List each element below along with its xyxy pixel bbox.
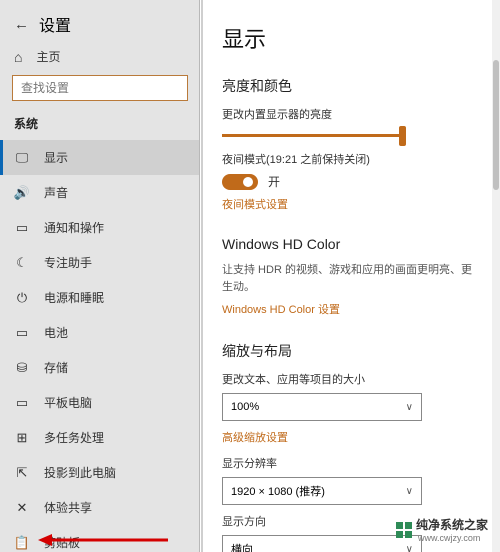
watermark-text: 纯净系统之家 xyxy=(416,518,488,532)
nav-storage[interactable]: ⛁ 存储 xyxy=(0,350,200,385)
search-input[interactable] xyxy=(12,75,188,101)
notify-icon: ▭ xyxy=(14,220,30,236)
divider xyxy=(199,0,200,552)
nav-label: 投影到此电脑 xyxy=(44,464,116,481)
category-heading: 系统 xyxy=(0,109,200,140)
brightness-label: 更改内置显示器的亮度 xyxy=(222,106,482,122)
nav-label: 剪贴板 xyxy=(44,534,80,551)
resolution-select[interactable]: 1920 × 1080 (推荐) ∨ xyxy=(222,477,422,505)
nav-label: 专注助手 xyxy=(44,254,92,271)
nav-focus[interactable]: ☾ 专注助手 xyxy=(0,245,200,280)
hdr-link[interactable]: Windows HD Color 设置 xyxy=(222,301,482,317)
nightlight-toggle[interactable] xyxy=(222,174,258,190)
scale-select[interactable]: 100% ∨ xyxy=(222,393,422,421)
divider-shadow xyxy=(201,0,203,552)
brightness-slider[interactable] xyxy=(222,134,402,137)
multitask-icon: ⊞ xyxy=(14,430,30,446)
scrollbar[interactable] xyxy=(492,0,500,552)
nav-label: 通知和操作 xyxy=(44,219,104,236)
nightlight-label: 夜间模式(19:21 之前保持关闭) xyxy=(222,151,482,167)
scrollbar-thumb[interactable] xyxy=(493,60,499,190)
toggle-state-label: 开 xyxy=(268,173,280,190)
power-icon: ⏻ xyxy=(14,290,30,306)
chevron-down-icon: ∨ xyxy=(406,486,413,497)
sidebar: ← 设置 ⌂ 主页 系统 🖵 显示 🔊 声音 ▭ 通知和操作 ☾ 专注助手 ⏻ 电源和睡眠… xyxy=(0,0,200,552)
main-content: 显示 亮度和颜色 更改内置显示器的亮度 夜间模式(19:21 之前保持关闭) 开… xyxy=(200,0,500,552)
focus-icon: ☾ xyxy=(14,255,30,271)
hdr-heading: Windows HD Color xyxy=(222,236,482,252)
nav-battery[interactable]: ▭ 电池 xyxy=(0,315,200,350)
advanced-scale-link[interactable]: 高级缩放设置 xyxy=(222,429,482,445)
nav-label: 声音 xyxy=(44,184,68,201)
settings-title: 设置 xyxy=(39,12,71,36)
watermark-url: www.cwjzy.com xyxy=(418,533,488,543)
nav-label: 存储 xyxy=(44,359,68,376)
resolution-value: 1920 × 1080 (推荐) xyxy=(231,483,325,499)
orientation-value: 横向 xyxy=(231,541,253,552)
nav-sound[interactable]: 🔊 声音 xyxy=(0,175,200,210)
sound-icon: 🔊 xyxy=(14,185,30,201)
nav-label: 体验共享 xyxy=(44,499,92,516)
size-label: 更改文本、应用等项目的大小 xyxy=(222,371,482,387)
brightness-heading: 亮度和颜色 xyxy=(222,76,482,96)
home-label: 主页 xyxy=(36,48,60,65)
nav-multitask[interactable]: ⊞ 多任务处理 xyxy=(0,420,200,455)
nav-clipboard[interactable]: 📋 剪贴板 xyxy=(0,525,200,552)
watermark-logo-icon xyxy=(396,522,412,538)
display-icon: 🖵 xyxy=(14,150,30,166)
clipboard-icon: 📋 xyxy=(14,535,30,551)
resolution-label: 显示分辨率 xyxy=(222,455,482,471)
hdr-desc: 让支持 HDR 的视频、游戏和应用的画面更明亮、更生动。 xyxy=(222,262,482,295)
scale-value: 100% xyxy=(231,401,259,413)
scale-heading: 缩放与布局 xyxy=(222,341,482,361)
slider-thumb[interactable] xyxy=(399,126,406,146)
page-title: 显示 xyxy=(222,22,482,54)
tablet-icon: ▭ xyxy=(14,395,30,411)
nav-label: 平板电脑 xyxy=(44,394,92,411)
battery-icon: ▭ xyxy=(14,325,30,341)
chevron-down-icon: ∨ xyxy=(406,402,413,413)
nav-tablet[interactable]: ▭ 平板电脑 xyxy=(0,385,200,420)
nav-label: 显示 xyxy=(44,149,68,166)
nav-label: 电池 xyxy=(44,324,68,341)
nav-project[interactable]: ⇱ 投影到此电脑 xyxy=(0,455,200,490)
project-icon: ⇱ xyxy=(14,465,30,481)
nav-label: 电源和睡眠 xyxy=(44,289,104,306)
watermark: 纯净系统之家 www.cwjzy.com xyxy=(390,513,494,546)
nav-power[interactable]: ⏻ 电源和睡眠 xyxy=(0,280,200,315)
nightlight-settings-link[interactable]: 夜间模式设置 xyxy=(222,196,482,212)
nav-notifications[interactable]: ▭ 通知和操作 xyxy=(0,210,200,245)
nav-label: 多任务处理 xyxy=(44,429,104,446)
back-icon[interactable]: ← xyxy=(14,16,29,33)
home-icon: ⌂ xyxy=(14,49,22,65)
nav-share[interactable]: ✕ 体验共享 xyxy=(0,490,200,525)
nav-list: 🖵 显示 🔊 声音 ▭ 通知和操作 ☾ 专注助手 ⏻ 电源和睡眠 ▭ 电池 ⛁ 存储 ▭ 平板电… xyxy=(0,140,200,552)
share-icon: ✕ xyxy=(14,500,30,516)
nav-display[interactable]: 🖵 显示 xyxy=(0,140,200,175)
storage-icon: ⛁ xyxy=(14,360,30,376)
home-button[interactable]: ⌂ 主页 xyxy=(0,40,200,71)
